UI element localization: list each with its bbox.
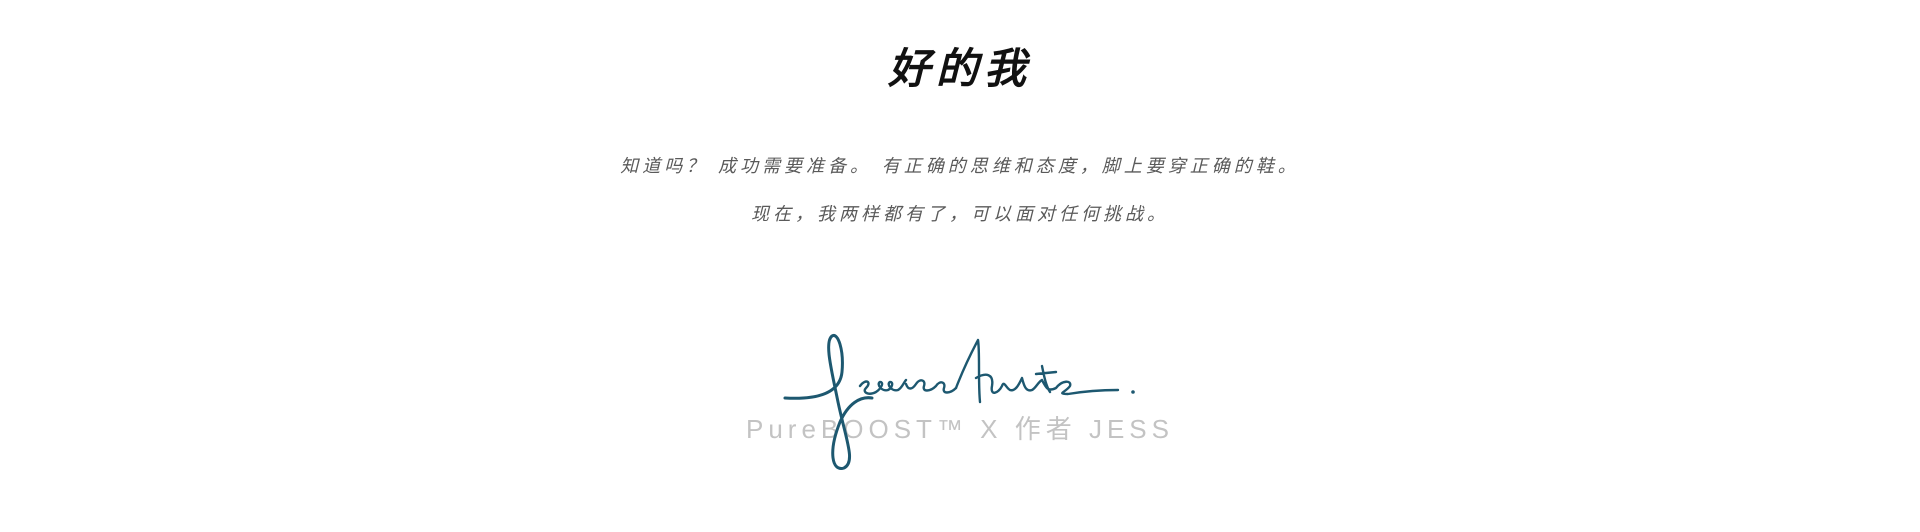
body-text-line-2: 现在，我两样都有了，可以面对任何挑战。: [751, 204, 1169, 225]
body-text-line-1: 知道吗？ 成功需要准备。 有正确的思维和态度，脚上要穿正确的鞋。: [620, 156, 1300, 177]
page-title: 好的我: [887, 44, 1032, 93]
handwritten-signature: [783, 333, 1135, 470]
content-section: 好的我 知道吗？ 成功需要准备。 有正确的思维和态度，脚上要穿正确的鞋。 现在，…: [0, 0, 1920, 532]
